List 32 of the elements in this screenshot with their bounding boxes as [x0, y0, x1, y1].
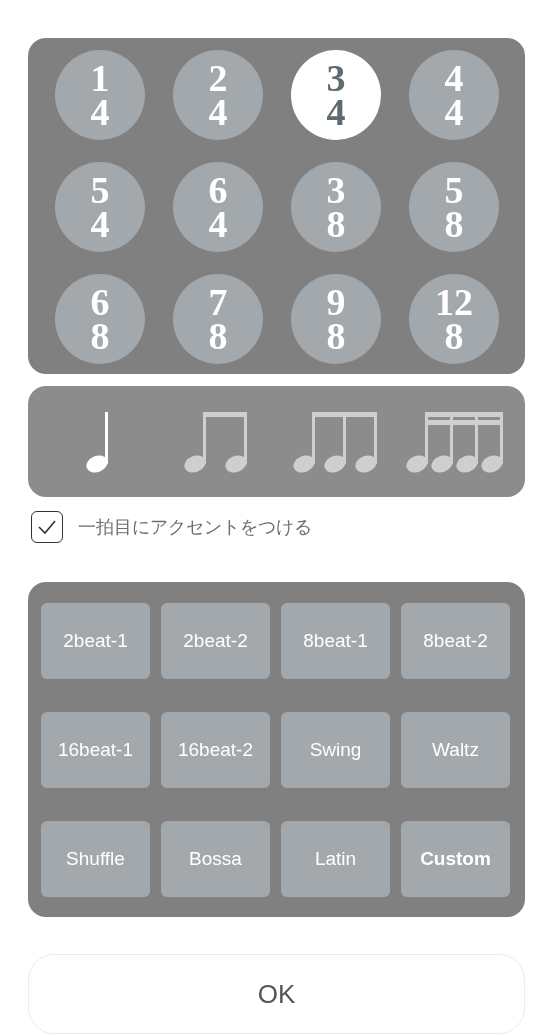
- time-signature-button[interactable]: 1 4: [55, 50, 145, 140]
- rhythm-preset-button[interactable]: 16beat-2: [161, 712, 270, 788]
- ok-button[interactable]: OK: [28, 954, 525, 1034]
- time-signature-button[interactable]: 7 8: [173, 274, 263, 364]
- rhythm-preset-button[interactable]: Swing: [281, 712, 390, 788]
- time-signature-button[interactable]: 2 4: [173, 50, 263, 140]
- time-signature-button[interactable]: 6 8: [55, 274, 145, 364]
- time-signature-button[interactable]: 3 8: [291, 162, 381, 252]
- rhythm-preset-button[interactable]: 2beat-1: [41, 603, 150, 679]
- time-signature-button[interactable]: 5 4: [55, 162, 145, 252]
- eighth-notes-icon[interactable]: [184, 409, 250, 474]
- time-signature-button[interactable]: 9 8: [291, 274, 381, 364]
- rhythm-preset-button[interactable]: 8beat-2: [401, 603, 510, 679]
- time-signature-button[interactable]: 6 4: [173, 162, 263, 252]
- rhythm-preset-button[interactable]: Waltz: [401, 712, 510, 788]
- accent-label: 一拍目にアクセントをつける: [78, 516, 312, 539]
- quarter-note-icon[interactable]: [85, 409, 110, 474]
- time-signature-button[interactable]: 4 4: [409, 50, 499, 140]
- rhythm-preset-button[interactable]: 2beat-2: [161, 603, 270, 679]
- time-signature-button[interactable]: 5 8: [409, 162, 499, 252]
- rhythm-preset-button[interactable]: Latin: [281, 821, 390, 897]
- accent-checkbox[interactable]: [31, 511, 63, 543]
- time-signature-button[interactable]: 12 8: [409, 274, 499, 364]
- rhythm-preset-button[interactable]: 8beat-1: [281, 603, 390, 679]
- check-icon: [37, 519, 57, 535]
- rhythm-preset-button[interactable]: Bossa: [161, 821, 270, 897]
- sixteenth-notes-icon[interactable]: [405, 409, 505, 474]
- triplet-notes-icon[interactable]: [293, 409, 380, 474]
- rhythm-preset-button[interactable]: Shuffle: [41, 821, 150, 897]
- rhythm-preset-button[interactable]: 16beat-1: [41, 712, 150, 788]
- time-signature-button[interactable]: 3 4: [291, 50, 381, 140]
- rhythm-preset-button[interactable]: Custom: [401, 821, 510, 897]
